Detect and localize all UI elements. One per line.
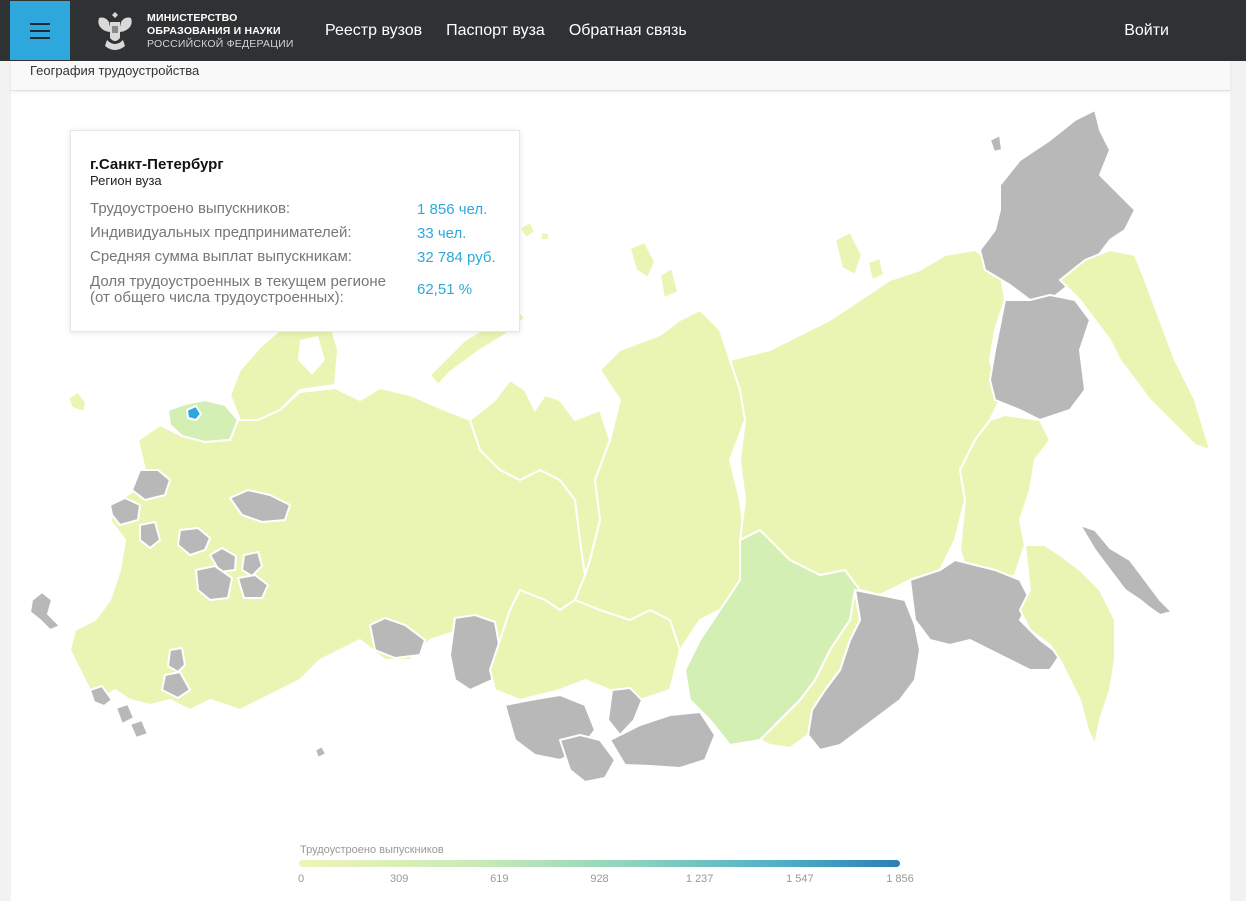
legend-tick-label: 309 xyxy=(389,873,409,885)
tooltip-label: Средняя сумма выплат выпускникам: xyxy=(90,248,352,265)
map-region-nodata-magadan[interactable] xyxy=(989,294,1091,421)
tooltip-region-name: г.Санкт-Петербург xyxy=(90,156,224,173)
tooltip-value: 32 784 руб. xyxy=(417,249,496,266)
region-tooltip: г.Санкт-Петербург Регион вуза Трудоустро… xyxy=(70,130,520,332)
legend-tick-label: 1 856 xyxy=(886,873,914,885)
map-region-kaliningrad[interactable] xyxy=(67,391,87,413)
legend-tick-label: 619 xyxy=(490,873,509,885)
map-region-nodata-caucasus-4[interactable] xyxy=(115,703,149,739)
tooltip-region-subtitle: Регион вуза xyxy=(90,173,162,188)
map-region-severnaya-zemlya[interactable] xyxy=(834,231,885,281)
tooltip-value: 33 чел. xyxy=(417,225,467,242)
legend-tick-label: 0 xyxy=(297,873,305,885)
legend-tick-label: 928 xyxy=(590,873,609,885)
tooltip-label: Индивидуальных предпринимателей: xyxy=(90,224,352,241)
legend-tick-label: 1 237 xyxy=(685,873,714,885)
legend-tick-label: 1 547 xyxy=(786,873,814,885)
map-region-nodata-crimea[interactable] xyxy=(29,591,61,631)
map-region-nodata-caucasus-1[interactable] xyxy=(167,647,186,673)
tooltip-label: Доля трудоустроенных в текущем регионе (… xyxy=(90,273,387,306)
map-region-nodata-altai-republic[interactable] xyxy=(559,734,616,783)
map-region-arctic-islands[interactable] xyxy=(519,221,679,299)
map-region-nodata-pskov[interactable] xyxy=(131,469,171,501)
map-region-nodata-wrangel[interactable] xyxy=(989,134,1003,153)
map-region-small-island xyxy=(314,745,327,759)
map-region-kamchatka[interactable] xyxy=(1059,249,1211,451)
tooltip-value: 62,51 % xyxy=(417,281,473,298)
tooltip-value: 1 856 чел. xyxy=(417,201,488,218)
legend-title: Трудоустроено выпускников xyxy=(300,844,444,856)
tooltip-label: Трудоустроено выпускников: xyxy=(90,200,291,217)
legend-color-scale xyxy=(299,860,900,867)
map-region-krasnoyarsk[interactable] xyxy=(574,309,746,651)
